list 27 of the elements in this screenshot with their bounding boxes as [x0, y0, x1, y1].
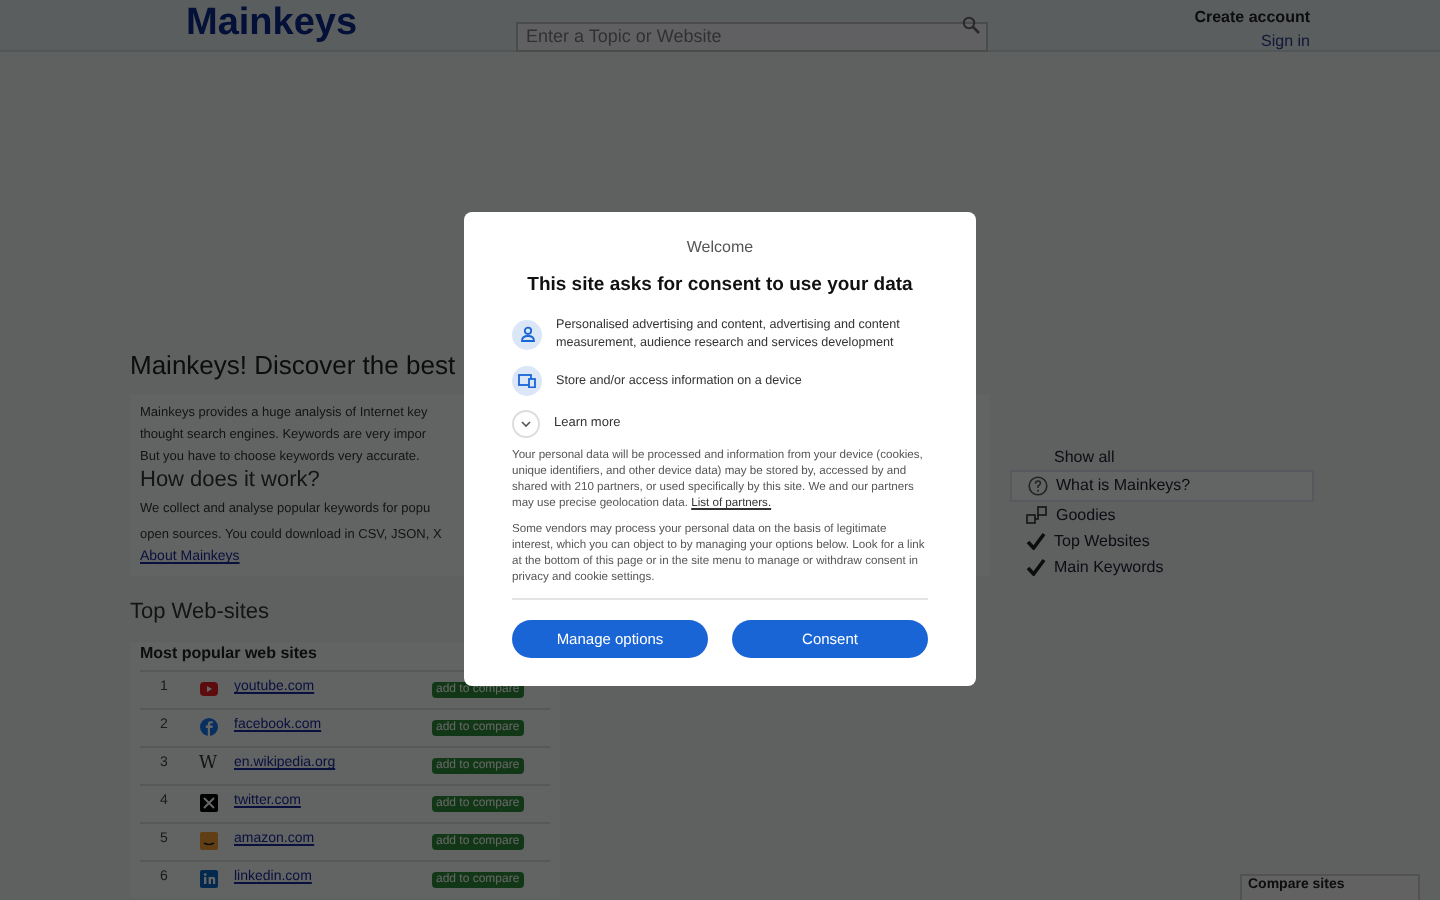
- person-icon: [512, 319, 542, 350]
- page-heading: Mainkeys! Discover the best: [130, 348, 456, 384]
- sidebar-item[interactable]: What is Mainkeys?: [1010, 470, 1314, 502]
- squares-icon: [1026, 505, 1048, 525]
- play-icon: [199, 682, 217, 696]
- create-account-link[interactable]: Create account: [1194, 6, 1310, 30]
- sidebar-item[interactable]: Main Keywords: [1010, 554, 1314, 580]
- section-heading: How does it work?: [140, 468, 320, 494]
- x-logo-icon: [199, 794, 217, 812]
- dialog-welcome: Welcome: [684, 236, 756, 260]
- dialog-title: This site asks for consent to use your data: [525, 272, 915, 300]
- site-logo[interactable]: Mainkeys: [186, 0, 516, 54]
- devices-icon: [512, 366, 542, 397]
- search-icon[interactable]: [962, 16, 980, 34]
- amazon-icon: [199, 832, 217, 850]
- help-icon: [1028, 476, 1048, 496]
- chevron-icon: [520, 420, 532, 429]
- sidebar-item[interactable]: Show all: [1010, 444, 1314, 470]
- section-heading: Top Web-sites: [130, 598, 269, 628]
- table-title: Most popular web sites: [140, 641, 317, 666]
- expand-toggle[interactable]: [512, 410, 540, 439]
- facebook-icon: [199, 718, 217, 736]
- linkedin-icon: [199, 870, 217, 888]
- wikipedia-icon: W: [198, 751, 218, 779]
- sidebar-item[interactable]: Top Websites: [1010, 528, 1314, 554]
- sign-in-link[interactable]: Sign in: [1261, 30, 1310, 54]
- sidebar-item[interactable]: Goodies: [1010, 502, 1314, 528]
